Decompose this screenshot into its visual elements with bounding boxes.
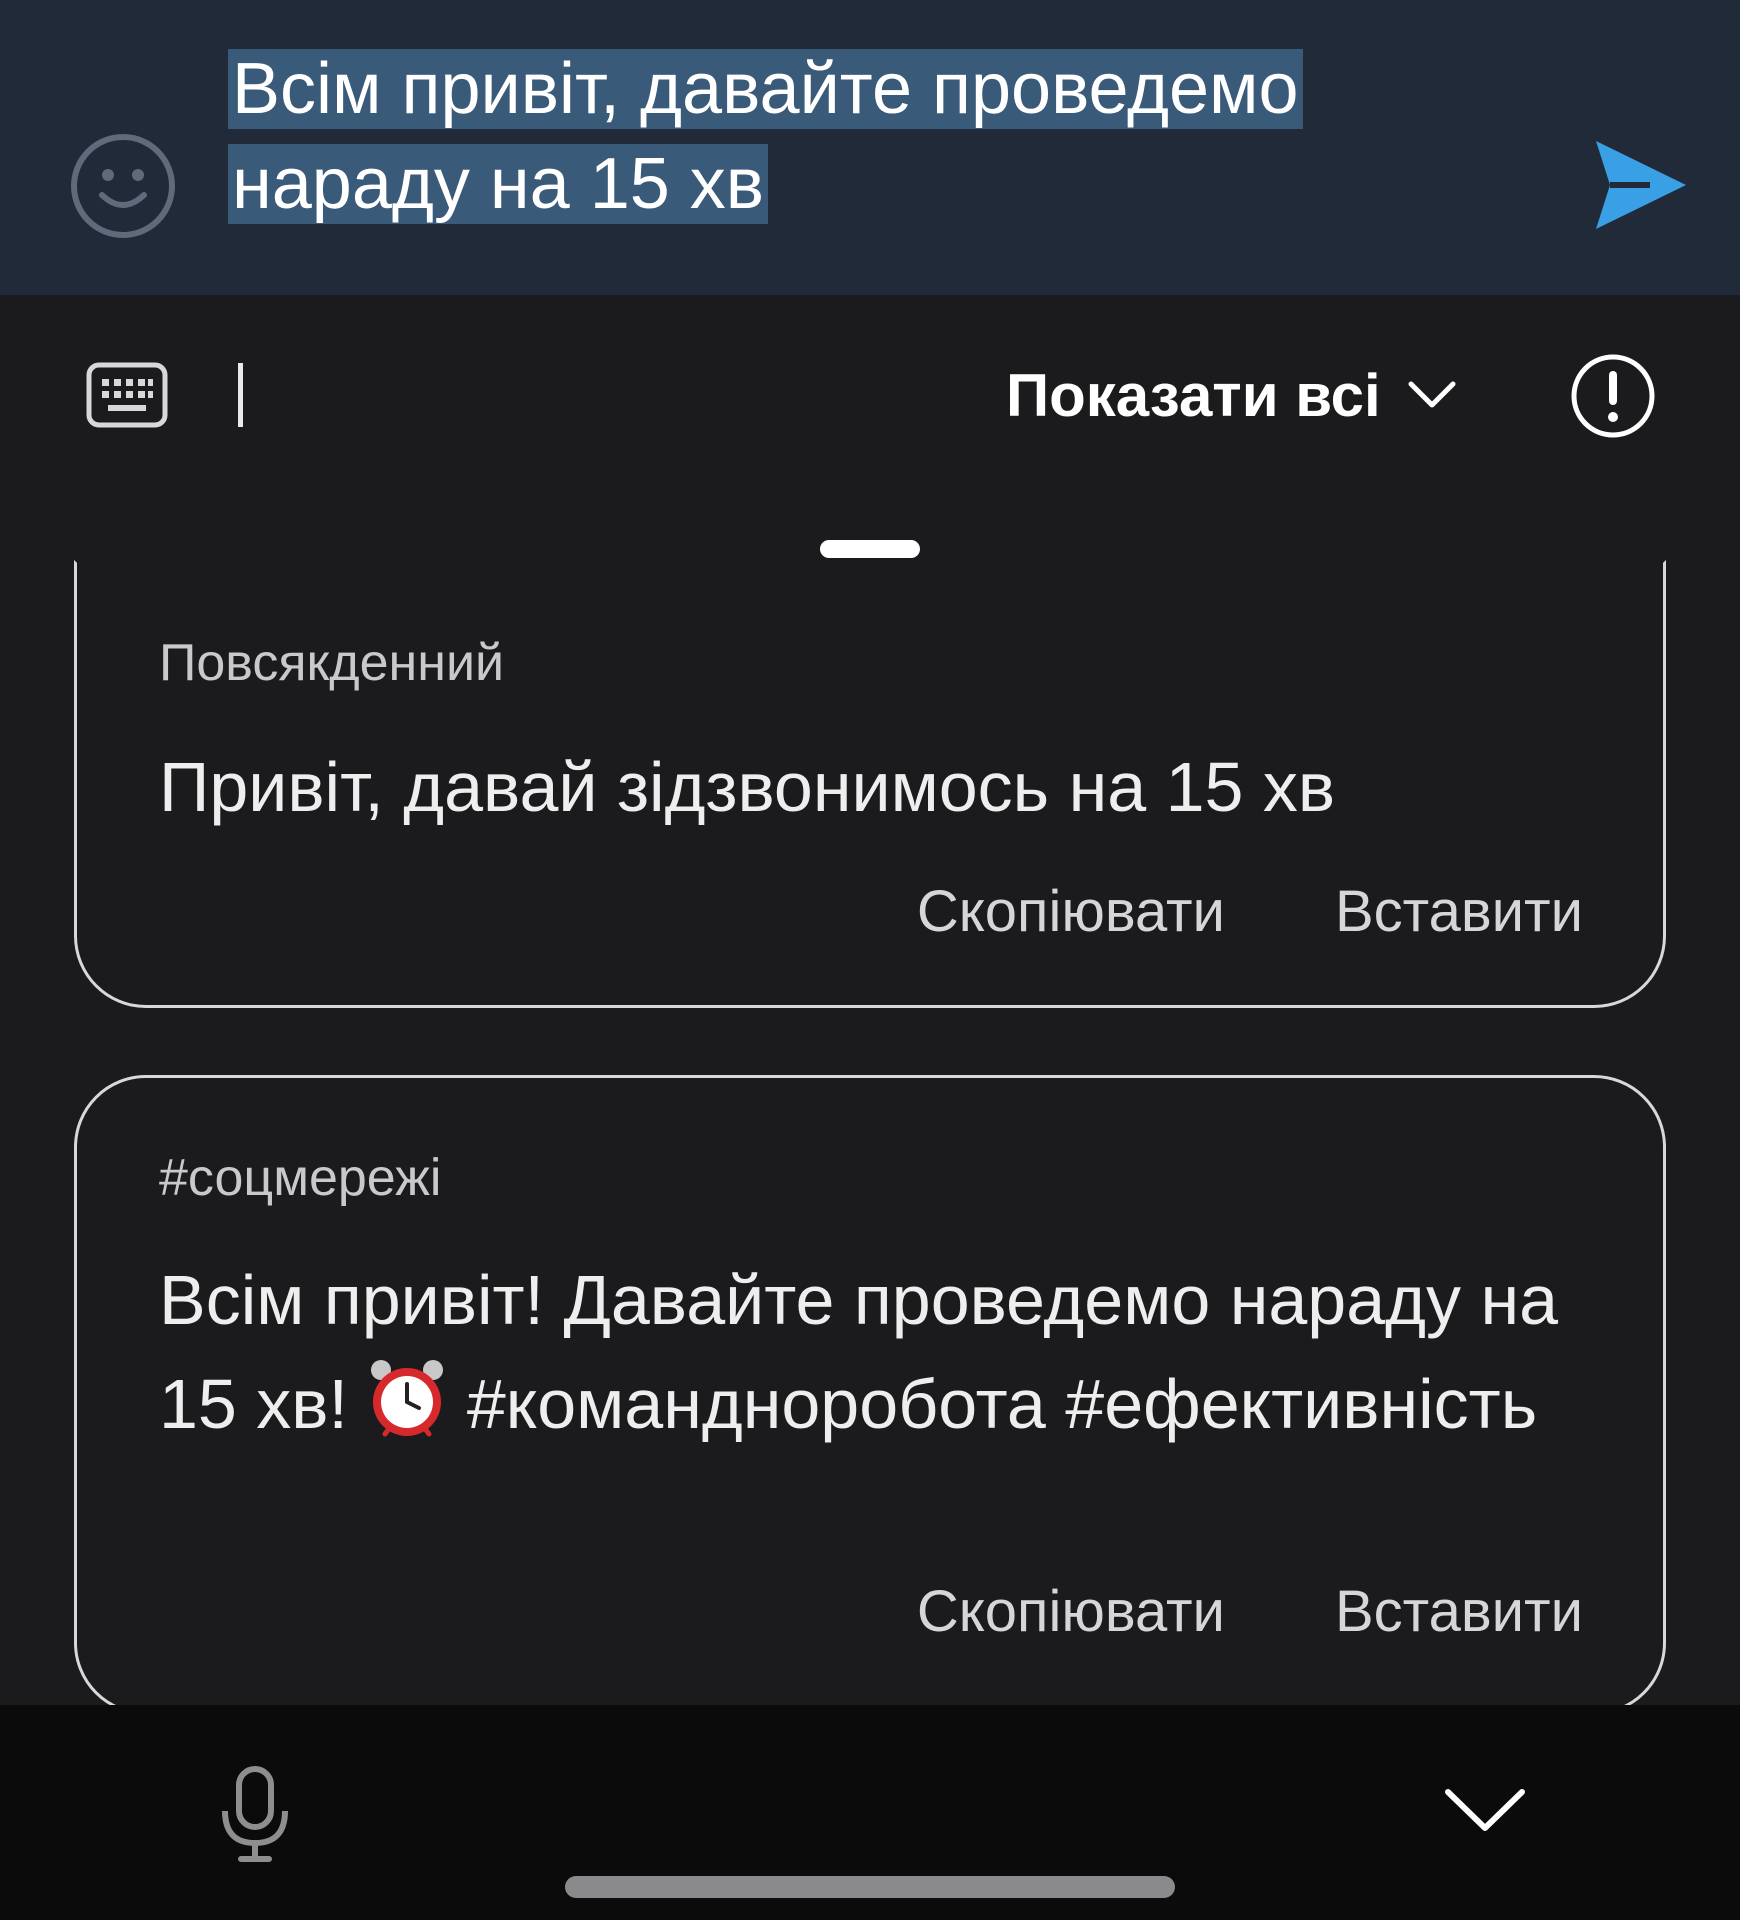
text-cursor <box>238 363 243 427</box>
suggestion-card: #соцмережі Всім привіт! Давайте проведем… <box>74 1075 1666 1715</box>
message-line-2: нараду на 15 хв <box>228 144 769 224</box>
copy-button[interactable]: Скопіювати <box>917 878 1225 945</box>
emoji-icon[interactable] <box>70 133 176 239</box>
suggestion-text: Привіт, давай зідзвонимось на 15 хв <box>159 748 1336 826</box>
show-all-label: Показати всі <box>1006 361 1381 429</box>
send-icon[interactable] <box>1590 135 1690 235</box>
suggestion-style-label: Повсякденний <box>159 634 505 692</box>
alarm-clock-icon <box>367 1356 447 1468</box>
insert-button[interactable]: Вставити <box>1335 878 1583 945</box>
show-all-dropdown[interactable]: Показати всі <box>1006 355 1457 435</box>
collapse-chevron-icon[interactable] <box>1440 1780 1530 1840</box>
chevron-down-icon <box>1408 381 1456 408</box>
suggestion-text: Всім привіт! Давайте проведемо нараду на… <box>159 1248 1579 1468</box>
compose-bar: Всім привіт, давайте проведемо нараду на… <box>0 0 1740 295</box>
suggestion-card: Повсякденний Привіт, давай зідзвонимось … <box>74 560 1666 1008</box>
home-indicator[interactable] <box>565 1876 1175 1898</box>
hashtag-efficiency: #ефективність <box>1065 1365 1538 1443</box>
message-input[interactable]: Всім привіт, давайте проведемо нараду на… <box>228 42 1528 232</box>
microphone-icon[interactable] <box>215 1765 295 1865</box>
suggestion-style-label: #соцмережі <box>159 1149 442 1207</box>
hashtag-teamwork: #командноробота <box>466 1365 1046 1443</box>
drag-handle[interactable] <box>820 540 920 558</box>
insert-button[interactable]: Вставити <box>1335 1578 1583 1645</box>
keyboard-icon[interactable] <box>86 362 168 428</box>
copy-button[interactable]: Скопіювати <box>917 1578 1225 1645</box>
info-icon[interactable] <box>1570 353 1656 439</box>
message-line-1: Всім привіт, давайте проведемо <box>228 49 1303 129</box>
